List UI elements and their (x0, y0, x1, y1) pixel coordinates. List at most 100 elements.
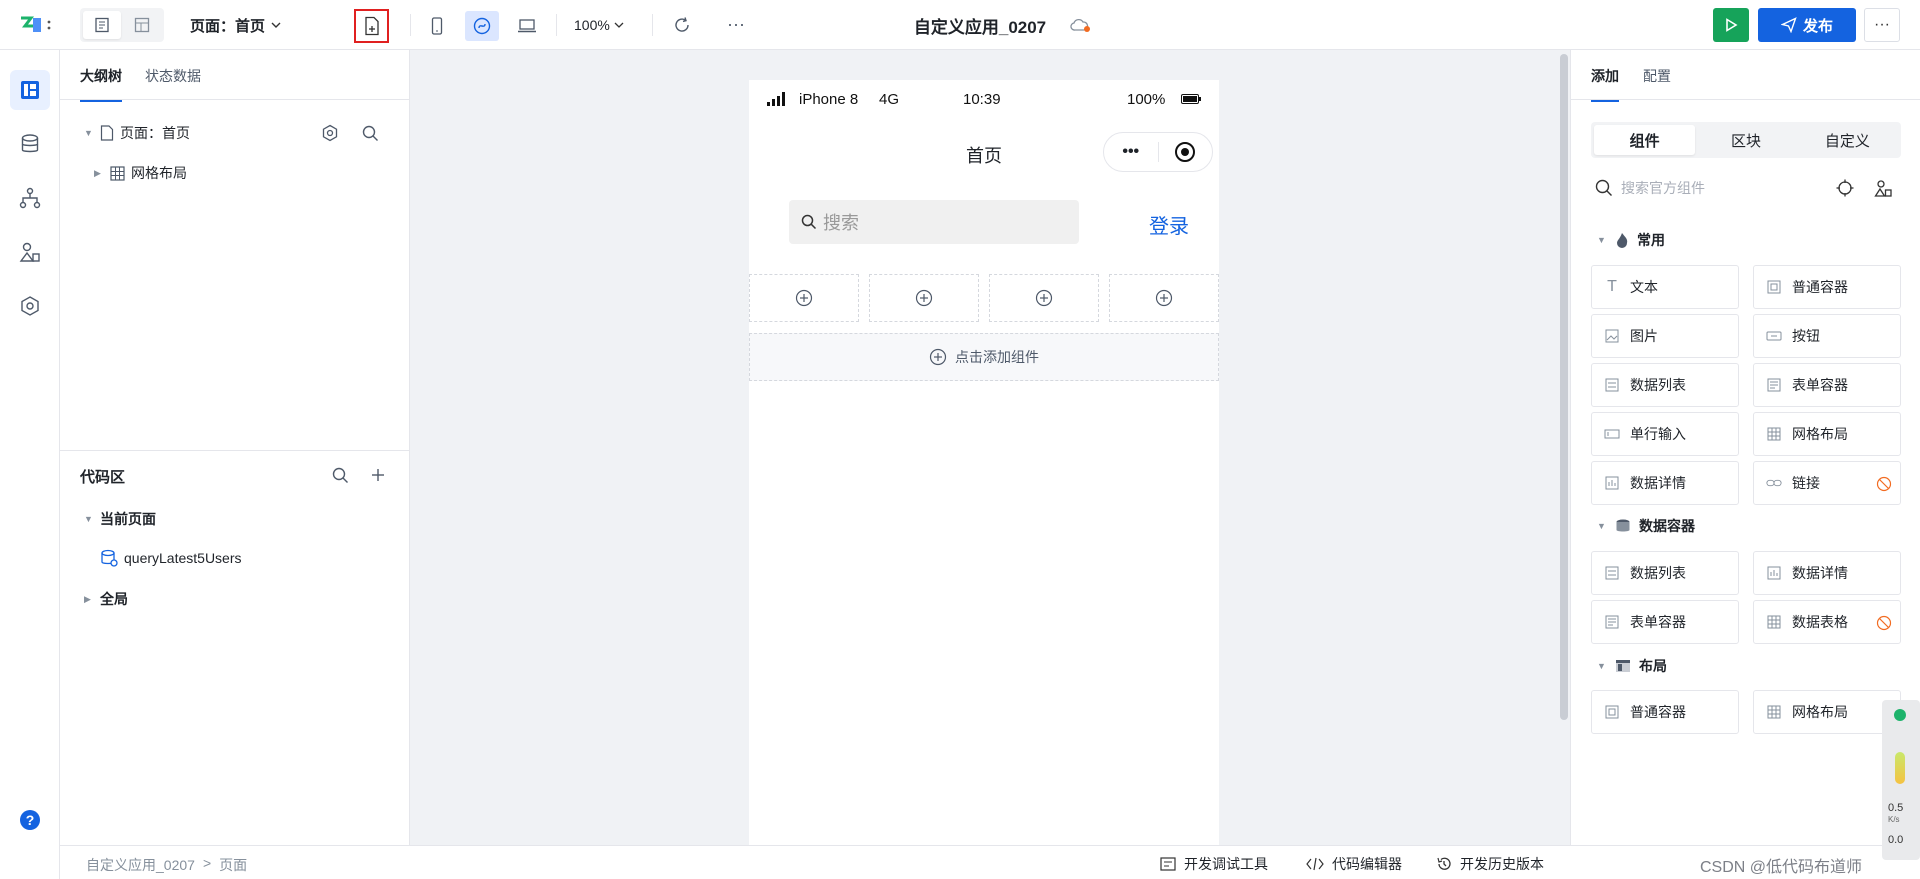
component-data-detail[interactable]: 数据详情 (1591, 461, 1739, 505)
dev-tools-button[interactable]: 开发调试工具 (1160, 854, 1268, 874)
miniprogram-device-button[interactable] (465, 11, 499, 41)
add-code-button[interactable] (366, 463, 390, 487)
component-form[interactable]: 表单容器 (1753, 363, 1901, 407)
pc-device-button[interactable] (510, 11, 544, 41)
query-item[interactable]: queryLatest5Users (100, 549, 242, 567)
tree-node-grid-label: 网格布局 (131, 165, 187, 181)
rail-database[interactable] (10, 124, 50, 164)
component-label: 图片 (1630, 328, 1658, 344)
login-link[interactable]: 登录 (1149, 210, 1189, 239)
segment-blocks[interactable]: 区块 (1695, 125, 1796, 155)
network-speed-widget[interactable]: 0.5 K/s 0.0 (1882, 700, 1920, 860)
component-text[interactable]: T 文本 (1591, 265, 1739, 309)
outline-search-button[interactable] (358, 121, 382, 145)
tree-node-grid[interactable]: ▶ 网格布局 (94, 163, 187, 183)
toolbar-divider (556, 14, 557, 36)
locate-button[interactable] (1833, 176, 1857, 200)
capsule-close-button[interactable] (1158, 141, 1212, 163)
breadcrumb-page[interactable]: 页面 (219, 855, 247, 875)
publish-button[interactable]: 发布 (1758, 8, 1856, 42)
tab-add[interactable]: 添加 (1591, 66, 1619, 102)
component-input[interactable]: 单行输入 (1591, 412, 1739, 456)
terminal-icon (1160, 857, 1176, 871)
component-image[interactable]: 图片 (1591, 314, 1739, 358)
zoom-select[interactable]: 100% (574, 12, 624, 38)
add-component-button[interactable]: 点击添加组件 (749, 333, 1219, 381)
tree-node-global[interactable]: ▶ 全局 (84, 589, 128, 609)
history-button[interactable]: 开发历史版本 (1436, 854, 1544, 874)
toolbar-divider (410, 14, 411, 36)
code-search-button[interactable] (328, 463, 352, 487)
group-layout-header[interactable]: ▼ 布局 (1597, 656, 1667, 676)
unsupported-icon (1876, 476, 1892, 495)
component-data-list[interactable]: 数据列表 (1591, 551, 1739, 595)
tree-node-current-page[interactable]: ▼ 当前页面 (84, 509, 156, 529)
miniprogram-icon (473, 17, 491, 35)
caret-down-icon[interactable]: ▼ (1597, 521, 1607, 531)
code-editor-button[interactable]: 代码编辑器 (1306, 854, 1402, 874)
caret-down-icon[interactable]: ▼ (1597, 235, 1607, 245)
net-unit: K/s (1888, 815, 1900, 824)
grid-cell-add[interactable] (1109, 274, 1219, 322)
component-label: 数据列表 (1630, 377, 1686, 393)
segment-components[interactable]: 组件 (1594, 125, 1696, 155)
refresh-button[interactable] (668, 12, 696, 38)
breadcrumb-app[interactable]: 自定义应用_0207 (86, 855, 195, 875)
carrier-label: iPhone 8 (799, 91, 859, 108)
component-grid[interactable]: 网格布局 (1753, 690, 1901, 734)
text-icon: T (1607, 278, 1617, 295)
plus-circle-icon (1155, 289, 1173, 307)
component-label: 文本 (1630, 279, 1658, 295)
component-container[interactable]: 普通容器 (1753, 265, 1901, 309)
component-button[interactable]: 按钮 (1753, 314, 1901, 358)
component-link[interactable]: 链接 (1753, 461, 1901, 505)
run-preview-button[interactable] (1713, 8, 1749, 42)
grid-cell-add[interactable] (749, 274, 859, 322)
component-form[interactable]: 表单容器 (1591, 600, 1739, 644)
caret-right-icon[interactable]: ▶ (94, 168, 104, 179)
rail-page-outline[interactable] (10, 70, 50, 110)
component-grid[interactable]: 网格布局 (1753, 412, 1901, 456)
caret-down-icon[interactable]: ▼ (84, 128, 94, 138)
group-common-header[interactable]: ▼ 常用 (1597, 230, 1665, 250)
grid-cell-add[interactable] (869, 274, 979, 322)
layout-view-button[interactable] (123, 11, 161, 39)
caret-right-icon[interactable]: ▶ (84, 594, 94, 605)
component-data-table[interactable]: 数据表格 (1753, 600, 1901, 644)
search-icon (1595, 179, 1612, 196)
mobile-device-button[interactable] (420, 11, 454, 41)
help-button[interactable]: ? (10, 800, 50, 840)
more-tools-button[interactable]: ··· (720, 10, 752, 38)
rail-users[interactable] (10, 232, 50, 272)
right-tabs: 添加 配置 (1571, 50, 1920, 102)
component-library-button[interactable] (1871, 176, 1895, 200)
component-data-list[interactable]: 数据列表 (1591, 363, 1739, 407)
tab-outline-tree[interactable]: 大纲树 (80, 66, 122, 102)
capsule-more-button[interactable]: ••• (1104, 143, 1158, 161)
group-data-container-header[interactable]: ▼ 数据容器 (1597, 516, 1695, 536)
code-editor-label: 代码编辑器 (1332, 856, 1402, 872)
tree-node-page[interactable]: ▼ 页面：首页 (84, 123, 190, 143)
segment-custom[interactable]: 自定义 (1797, 125, 1898, 155)
new-page-button[interactable] (354, 9, 389, 43)
tab-state-data[interactable]: 状态数据 (145, 66, 201, 86)
rail-workflow[interactable] (10, 178, 50, 218)
search-input[interactable]: 搜索 (789, 200, 1079, 244)
component-container[interactable]: 普通容器 (1591, 690, 1739, 734)
outline-view-button[interactable] (83, 11, 121, 39)
publish-label: 发布 (1802, 17, 1833, 35)
caret-down-icon[interactable]: ▼ (1597, 661, 1607, 671)
caret-down-icon[interactable]: ▼ (84, 514, 94, 524)
rail-settings[interactable] (10, 286, 50, 326)
grid-cell-add[interactable] (989, 274, 1099, 322)
app-logo[interactable] (16, 13, 56, 37)
canvas-scrollbar[interactable] (1560, 54, 1568, 720)
status-dot-icon (1894, 709, 1906, 721)
component-data-detail[interactable]: 数据详情 (1753, 551, 1901, 595)
outline-panel: 大纲树 状态数据 ▼ 页面：首页 ▶ 网格布局 代码区 ▼ 当前页面 query… (60, 50, 410, 845)
tab-config[interactable]: 配置 (1643, 66, 1671, 86)
page-selector[interactable]: 页面：首页 (190, 12, 281, 38)
page-settings-button[interactable] (318, 121, 342, 145)
query-database-icon (101, 549, 118, 567)
more-menu-button[interactable]: ··· (1864, 8, 1900, 42)
